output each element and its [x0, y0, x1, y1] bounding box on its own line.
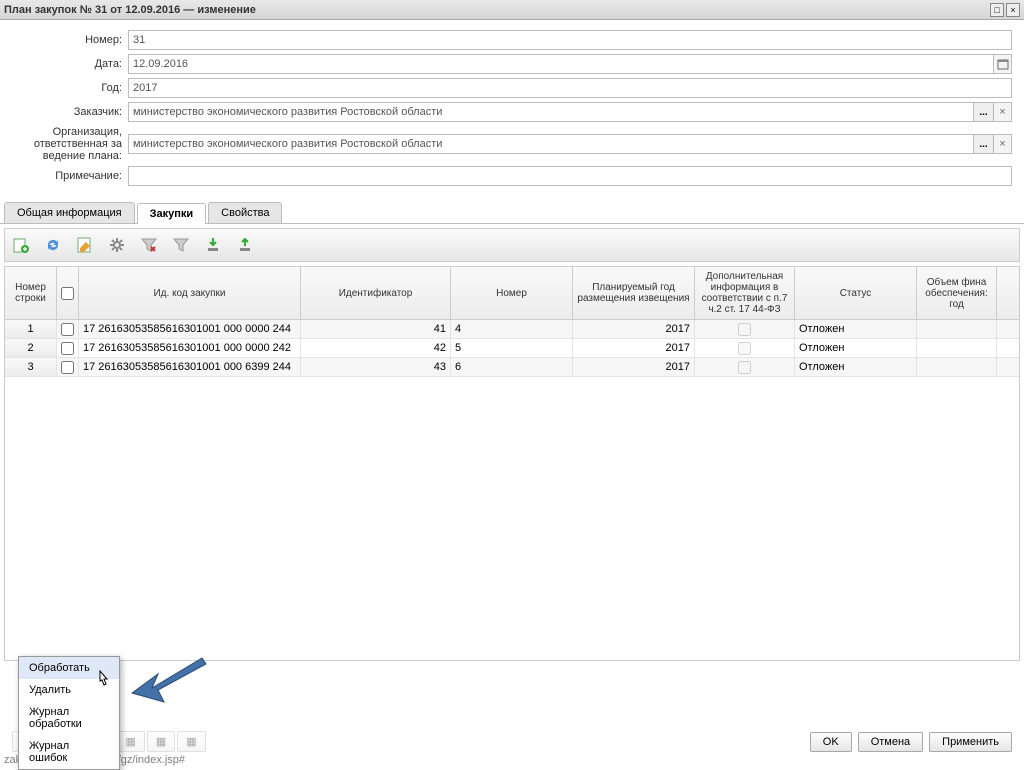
row-checkbox-cell	[57, 339, 79, 357]
ctx-error-log[interactable]: Журнал ошибок	[19, 735, 119, 769]
extra-checkbox	[738, 323, 751, 336]
gear-icon[interactable]	[105, 233, 129, 257]
note-label: Примечание:	[0, 170, 128, 182]
note-input[interactable]	[128, 166, 1012, 186]
maximize-button[interactable]: □	[990, 3, 1004, 17]
ident-cell: 42	[301, 339, 451, 357]
tab-properties[interactable]: Свойства	[208, 202, 282, 223]
status-cell: Отложен	[795, 358, 917, 376]
extra-cell	[695, 339, 795, 357]
number-input[interactable]	[128, 30, 1012, 50]
row-number-cell: 3	[5, 358, 57, 376]
edit-icon[interactable]	[73, 233, 97, 257]
num-cell: 6	[451, 358, 573, 376]
org-input[interactable]	[128, 134, 974, 154]
extra-cell	[695, 358, 795, 376]
row-checkbox[interactable]	[61, 342, 74, 355]
fund-cell	[917, 320, 997, 338]
table-row[interactable]: 3 17 26163053585616301001 000 6399 244436…	[5, 358, 1019, 377]
number-label: Номер:	[0, 34, 128, 46]
year-label: Год:	[0, 82, 128, 94]
form-area: Номер: Дата: Год: Заказчик: ... × Органи…	[0, 20, 1024, 196]
col-checkbox[interactable]	[57, 267, 79, 319]
calendar-icon[interactable]	[994, 54, 1012, 74]
grid-header: Номер строки Ид. код закупки Идентификат…	[5, 267, 1019, 320]
col-fund[interactable]: Объем фина обеспечения: год	[917, 267, 997, 319]
row-number-cell: 1	[5, 320, 57, 338]
date-input[interactable]	[128, 54, 994, 74]
customer-label: Заказчик:	[0, 106, 128, 118]
footer-tool-2[interactable]: ▦	[116, 731, 144, 752]
date-label: Дата:	[0, 58, 128, 70]
apply-button[interactable]: Применить	[929, 732, 1012, 752]
ident-cell: 43	[301, 358, 451, 376]
row-checkbox[interactable]	[61, 361, 74, 374]
year-cell: 2017	[573, 339, 695, 357]
code-cell: 17 26163053585616301001 000 6399 244	[79, 358, 301, 376]
row-checkbox-cell	[57, 320, 79, 338]
tab-purchases[interactable]: Закупки	[137, 203, 207, 224]
footer-buttons: OK Отмена Применить	[810, 732, 1012, 752]
window-title: План закупок № 31 от 12.09.2016 — измене…	[4, 4, 256, 16]
code-cell: 17 26163053585616301001 000 0000 242	[79, 339, 301, 357]
filter-icon[interactable]	[169, 233, 193, 257]
ctx-process[interactable]: Обработать	[19, 657, 119, 679]
fund-cell	[917, 339, 997, 357]
table-row[interactable]: 2 17 26163053585616301001 000 0000 242425…	[5, 339, 1019, 358]
ctx-processing-log[interactable]: Журнал обработки	[19, 701, 119, 735]
window-buttons: □ ×	[990, 3, 1020, 17]
filter-clear-icon[interactable]	[137, 233, 161, 257]
context-menu: Обработать Удалить Журнал обработки Журн…	[18, 656, 120, 770]
cancel-button[interactable]: Отмена	[858, 732, 923, 752]
num-cell: 5	[451, 339, 573, 357]
title-bar: План закупок № 31 от 12.09.2016 — измене…	[0, 0, 1024, 20]
row-checkbox-cell	[57, 358, 79, 376]
refresh-icon[interactable]	[41, 233, 65, 257]
col-code[interactable]: Ид. код закупки	[79, 267, 301, 319]
grid-body: 117 26163053585616301001 000 0000 244414…	[5, 320, 1019, 377]
status-cell: Отложен	[795, 320, 917, 338]
import-icon[interactable]	[201, 233, 225, 257]
extra-cell	[695, 320, 795, 338]
num-cell: 4	[451, 320, 573, 338]
export-icon[interactable]	[233, 233, 257, 257]
add-icon[interactable]	[9, 233, 33, 257]
footer-tool-4[interactable]: ▦	[177, 731, 205, 752]
col-ident[interactable]: Идентификатор	[301, 267, 451, 319]
org-clear-button[interactable]: ×	[994, 134, 1012, 154]
tabs: Общая информация Закупки Свойства	[0, 202, 1024, 224]
status-cell: Отложен	[795, 339, 917, 357]
code-cell: 17 26163053585616301001 000 0000 244	[79, 320, 301, 338]
year-input[interactable]	[128, 78, 1012, 98]
grid: Номер строки Ид. код закупки Идентификат…	[4, 266, 1020, 661]
extra-checkbox	[738, 361, 751, 374]
annotation-arrow	[122, 648, 212, 708]
select-all-checkbox[interactable]	[61, 287, 74, 300]
close-button[interactable]: ×	[1006, 3, 1020, 17]
col-year[interactable]: Планируемый год размещения извещения	[573, 267, 695, 319]
org-label: Организация, ответственная за ведение пл…	[0, 126, 128, 162]
year-cell: 2017	[573, 320, 695, 338]
row-checkbox[interactable]	[61, 323, 74, 336]
customer-picker-button[interactable]: ...	[974, 102, 994, 122]
customer-input[interactable]	[128, 102, 974, 122]
customer-clear-button[interactable]: ×	[994, 102, 1012, 122]
col-rownum[interactable]: Номер строки	[5, 267, 57, 319]
org-picker-button[interactable]: ...	[974, 134, 994, 154]
col-extra[interactable]: Дополнительная информация в соответствии…	[695, 267, 795, 319]
tab-general[interactable]: Общая информация	[4, 202, 135, 223]
ctx-delete[interactable]: Удалить	[19, 679, 119, 701]
year-cell: 2017	[573, 358, 695, 376]
col-status[interactable]: Статус	[795, 267, 917, 319]
footer-tool-3[interactable]: ▦	[147, 731, 175, 752]
fund-cell	[917, 358, 997, 376]
table-row[interactable]: 1 17 26163053585616301001 000 0000 244414…	[5, 320, 1019, 339]
col-num[interactable]: Номер	[451, 267, 573, 319]
ident-cell: 41	[301, 320, 451, 338]
row-number-cell: 2	[5, 339, 57, 357]
grid-toolbar	[4, 228, 1020, 262]
ok-button[interactable]: OK	[810, 732, 852, 752]
extra-checkbox	[738, 342, 751, 355]
